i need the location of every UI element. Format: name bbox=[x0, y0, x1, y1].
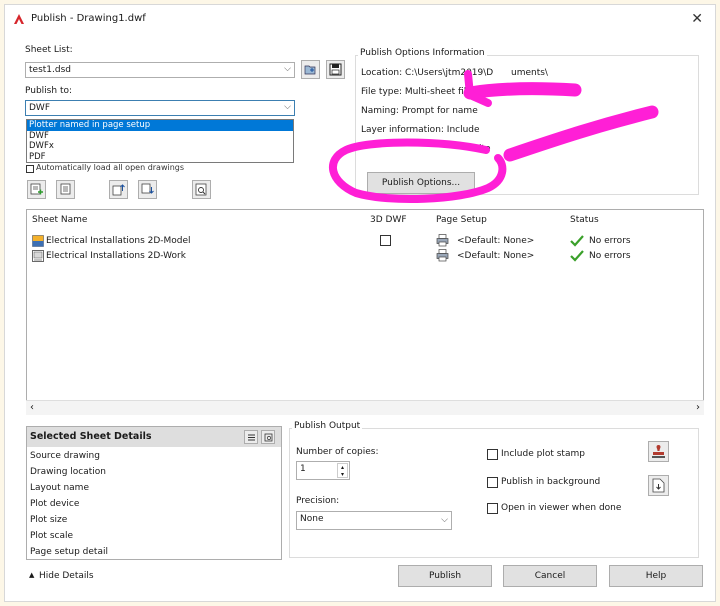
annotation-overlay bbox=[328, 70, 659, 204]
annotation-arrow-1 bbox=[463, 82, 582, 100]
annotation-circle bbox=[328, 138, 507, 204]
annotation-arrow-2 bbox=[503, 105, 659, 162]
